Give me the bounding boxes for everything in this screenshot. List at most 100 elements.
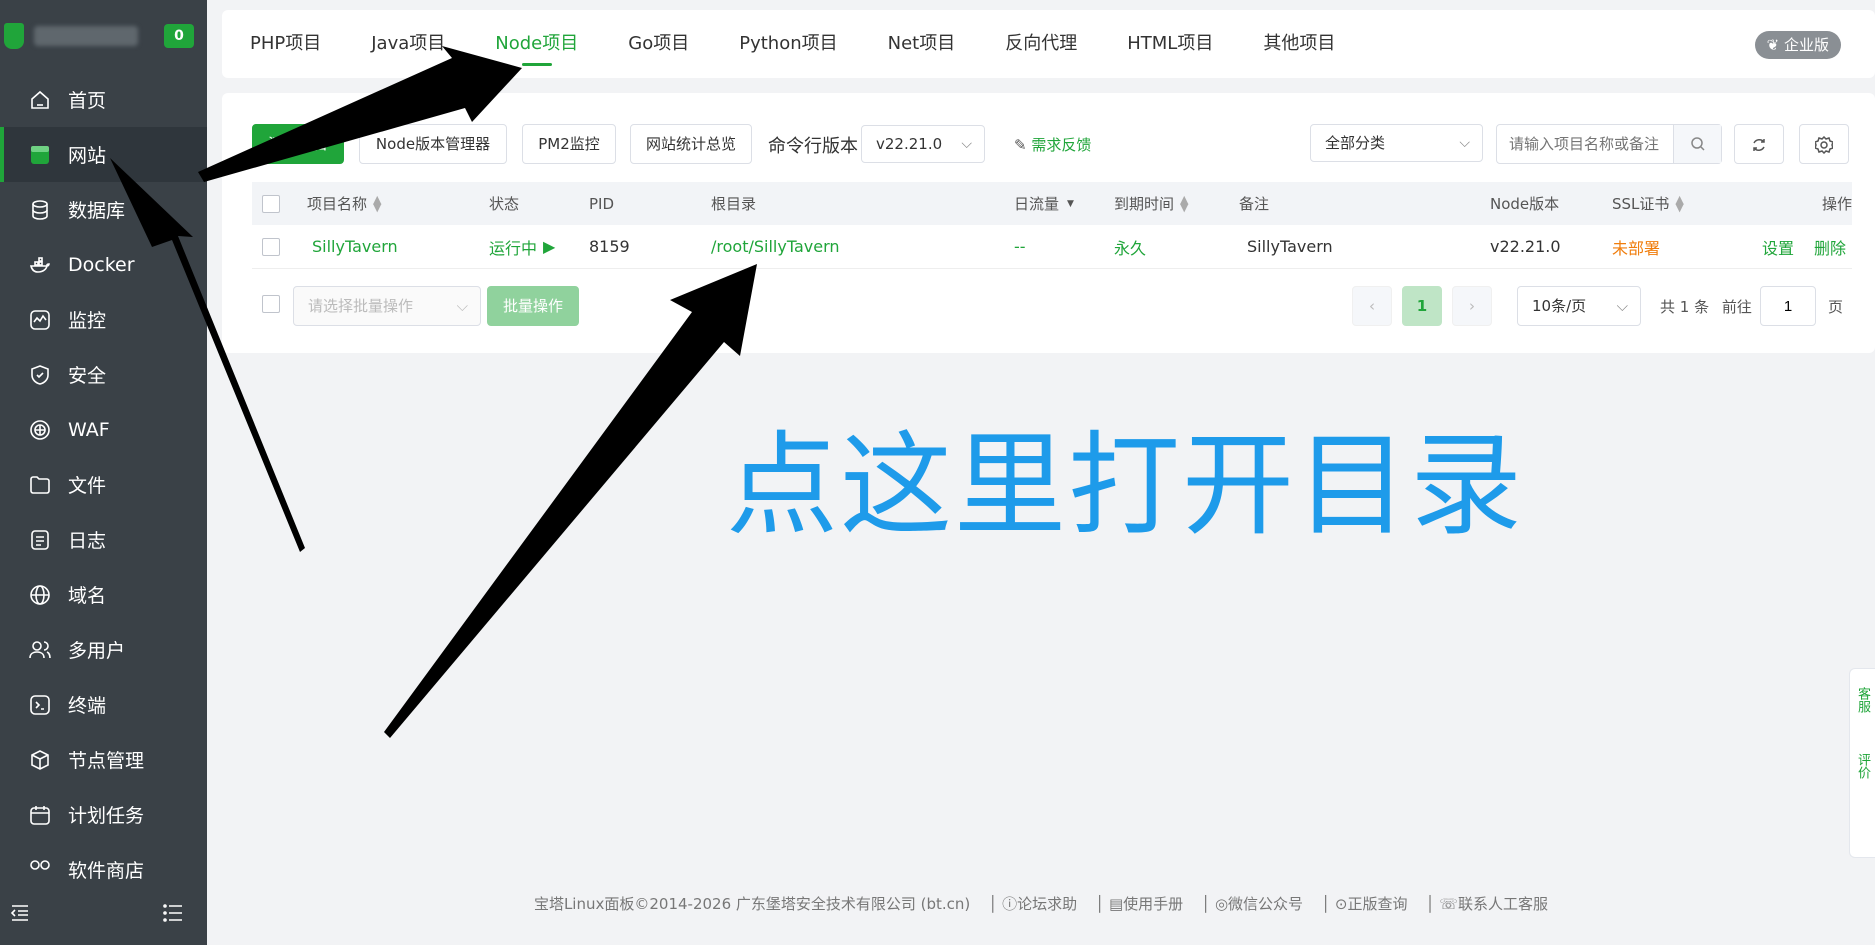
forum-link[interactable]: │ ⓘ论坛求助	[988, 893, 1077, 914]
table-header: 项目名称 ▲ ▼ 状态 PID 根目录 日流量 ▼ 到期时间 ▲ ▼ 备注 Node版本 …	[252, 182, 1852, 225]
status-running[interactable]: 运行中 ▶	[489, 225, 555, 268]
row-checkbox[interactable]	[262, 225, 280, 268]
sidebar-item-users[interactable]: 多用户	[0, 622, 207, 677]
tab-node[interactable]: Node项目	[495, 10, 578, 78]
cube-icon	[28, 748, 52, 772]
collapse-sidebar-icon[interactable]	[10, 904, 30, 926]
col-root: 根目录	[711, 195, 757, 213]
add-project-button[interactable]: 添加项目	[252, 124, 344, 164]
project-name-link[interactable]: SillyTavern	[312, 225, 398, 268]
play-icon: ▶	[543, 237, 556, 256]
search-icon[interactable]	[1673, 125, 1721, 163]
pm2-monitor-button[interactable]: PM2监控	[522, 124, 616, 164]
sidebar-item-files[interactable]: 文件	[0, 457, 207, 512]
tab-python[interactable]: Python项目	[739, 10, 837, 78]
manual-link[interactable]: │ ▤使用手册	[1095, 893, 1183, 914]
site-stats-button[interactable]: 网站统计总览	[630, 124, 752, 164]
traffic-value: --	[1014, 237, 1026, 256]
settings-button[interactable]	[1799, 124, 1849, 164]
sidebar-item-logs[interactable]: 日志	[0, 512, 207, 567]
sidebar-item-label: 软件商店	[68, 860, 145, 882]
sidebar-item-label: 文件	[68, 475, 107, 497]
sidebar-item-home[interactable]: 首页	[0, 72, 207, 127]
col-name[interactable]: 项目名称 ▲ ▼	[307, 182, 381, 225]
tab-java[interactable]: Java项目	[371, 10, 445, 78]
expire-value[interactable]: 永久	[1114, 225, 1146, 268]
license-label: 正版查询	[1347, 895, 1408, 913]
sidebar-item-monitor[interactable]: 监控	[0, 292, 207, 347]
goto-page-input[interactable]	[1760, 286, 1816, 326]
category-value: 全部分类	[1325, 134, 1386, 152]
support-icon: ☏	[1439, 895, 1459, 913]
sidebar-item-waf[interactable]: WAF	[0, 402, 207, 457]
cli-version-value: v22.21.0	[876, 135, 943, 153]
pid-value: 8159	[589, 237, 630, 256]
tab-php[interactable]: PHP项目	[250, 10, 321, 78]
log-icon	[28, 528, 52, 552]
sidebar-item-terminal[interactable]: 终端	[0, 677, 207, 732]
node-version-manager-button[interactable]: Node版本管理器	[359, 124, 507, 164]
remark-value[interactable]: SillyTavern	[1247, 225, 1333, 268]
node-version-value: v22.21.0	[1490, 237, 1561, 256]
page-1-button[interactable]: 1	[1402, 286, 1442, 326]
next-page-button[interactable]: ›	[1452, 286, 1492, 326]
license-link[interactable]: │ ⊙正版查询	[1321, 893, 1407, 914]
calendar-icon	[28, 803, 52, 827]
sidebar-item-label: 多用户	[68, 640, 126, 662]
ssl-status[interactable]: 未部署	[1612, 225, 1660, 268]
customer-service-button[interactable]: 客服	[1853, 687, 1872, 713]
waf-icon	[28, 418, 52, 442]
sidebar-item-label: 安全	[68, 365, 107, 387]
caret-down-icon: ▼	[1067, 198, 1074, 209]
page-size-select[interactable]: 10条/页 ⌵	[1517, 286, 1641, 326]
server-name-blurred	[34, 26, 138, 46]
feedback-link[interactable]: ✎ 需求反馈	[1014, 134, 1091, 155]
tab-reverse-proxy[interactable]: 反向代理	[1005, 10, 1077, 78]
search-input[interactable]	[1497, 125, 1673, 163]
bulk-action-placeholder: 请选择批量操作	[308, 297, 414, 315]
cli-version-select[interactable]: v22.21.0 ⌵	[861, 125, 985, 163]
support-link[interactable]: │ ☏联系人工客服	[1425, 893, 1548, 914]
col-ssl[interactable]: SSL证书 ▲ ▼	[1612, 182, 1684, 225]
tab-net[interactable]: Net项目	[888, 10, 956, 78]
enterprise-badge[interactable]: ❦ 企业版	[1754, 31, 1841, 59]
tab-go[interactable]: Go项目	[628, 10, 689, 78]
refresh-button[interactable]	[1734, 124, 1784, 164]
settings-link[interactable]: 设置	[1762, 225, 1794, 268]
notification-badge[interactable]: 0	[164, 24, 194, 48]
cli-version-label: 命令行版本	[768, 136, 858, 157]
sidebar-item-store[interactable]: 软件商店	[0, 842, 207, 882]
col-ops: 操作	[1821, 195, 1852, 213]
root-dir-link[interactable]: /root/SillyTavern	[711, 225, 840, 268]
tab-html[interactable]: HTML项目	[1127, 10, 1213, 78]
sidebar-item-database[interactable]: 数据库	[0, 182, 207, 237]
enterprise-label: 企业版	[1783, 36, 1829, 54]
wechat-icon: ◎	[1214, 895, 1229, 913]
sidebar-item-docker[interactable]: Docker	[0, 237, 207, 292]
sort-icon: ▲ ▼	[373, 192, 382, 214]
bulk-action-select[interactable]: 请选择批量操作 ⌵	[293, 286, 481, 326]
sidebar-item-security[interactable]: 安全	[0, 347, 207, 402]
col-traffic[interactable]: 日流量 ▼	[1014, 182, 1074, 225]
category-select[interactable]: 全部分类 ⌵	[1310, 124, 1483, 162]
sidebar-item-website[interactable]: 网站	[0, 127, 207, 182]
sidebar-item-label: 首页	[68, 90, 107, 112]
col-expire[interactable]: 到期时间 ▲ ▼	[1114, 182, 1188, 225]
delete-link[interactable]: 删除	[1814, 225, 1846, 268]
annotation-text: 点这里打开目录	[726, 421, 1524, 551]
menu-list-icon[interactable]	[163, 904, 183, 926]
bulk-checkbox[interactable]	[262, 295, 280, 313]
sidebar-item-cron[interactable]: 计划任务	[0, 787, 207, 842]
store-icon	[28, 858, 52, 882]
select-all-checkbox[interactable]	[262, 182, 280, 225]
search-icon: ⊙	[1334, 895, 1348, 913]
col-expire-label: 到期时间	[1114, 195, 1175, 213]
sidebar-item-domains[interactable]: 域名	[0, 567, 207, 622]
wechat-link[interactable]: │ ◎微信公众号	[1201, 893, 1303, 914]
prev-page-button[interactable]: ‹	[1352, 286, 1392, 326]
sidebar-item-nodes[interactable]: 节点管理	[0, 732, 207, 787]
chevron-down-icon: ⌵	[1616, 297, 1628, 315]
bulk-action-button[interactable]: 批量操作	[487, 286, 579, 326]
tab-other[interactable]: 其他项目	[1263, 10, 1335, 78]
review-button[interactable]: 评价	[1853, 753, 1872, 779]
